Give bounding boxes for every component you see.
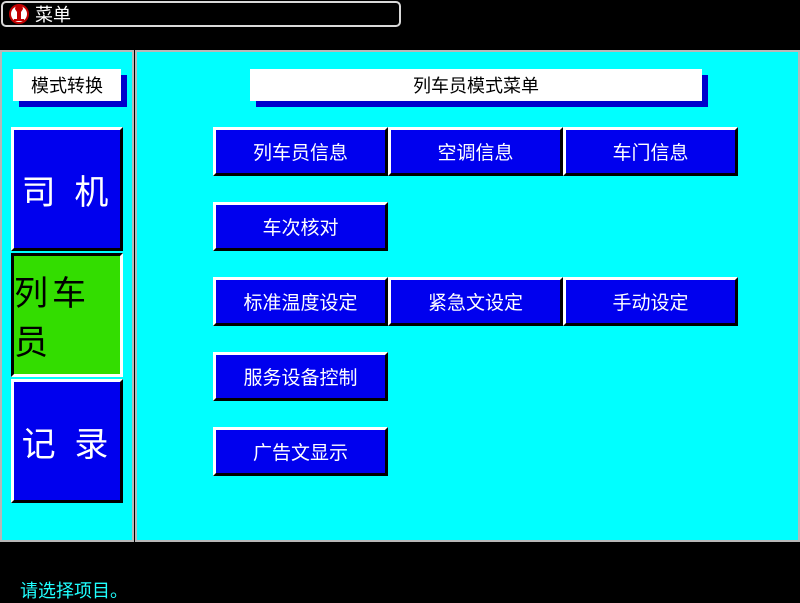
mode-conductor-button[interactable]: 列车员 <box>11 253 123 377</box>
aircon-info-button[interactable]: 空调信息 <box>388 127 563 176</box>
conductor-info-button[interactable]: 列车员信息 <box>213 127 388 176</box>
manual-setting-button[interactable]: 手动设定 <box>563 277 738 326</box>
title-bar: 菜单 <box>1 1 401 27</box>
window-title: 菜单 <box>35 5 71 26</box>
mode-record-button[interactable]: 记 录 <box>11 379 123 503</box>
railway-logo-icon <box>9 4 29 24</box>
mode-driver-button[interactable]: 司 机 <box>11 127 123 251</box>
train-number-check-button[interactable]: 车次核对 <box>213 202 388 251</box>
advertisement-display-button[interactable]: 广告文显示 <box>213 427 388 476</box>
door-info-button[interactable]: 车门信息 <box>563 127 738 176</box>
standard-temp-setting-button[interactable]: 标准温度设定 <box>213 277 388 326</box>
service-equipment-control-button[interactable]: 服务设备控制 <box>213 352 388 401</box>
mode-switch-label: 模式转换 <box>13 69 121 101</box>
menu-title: 列车员模式菜单 <box>250 69 702 101</box>
status-message: 请选择项目。 <box>20 581 128 602</box>
emergency-text-setting-button[interactable]: 紧急文设定 <box>388 277 563 326</box>
